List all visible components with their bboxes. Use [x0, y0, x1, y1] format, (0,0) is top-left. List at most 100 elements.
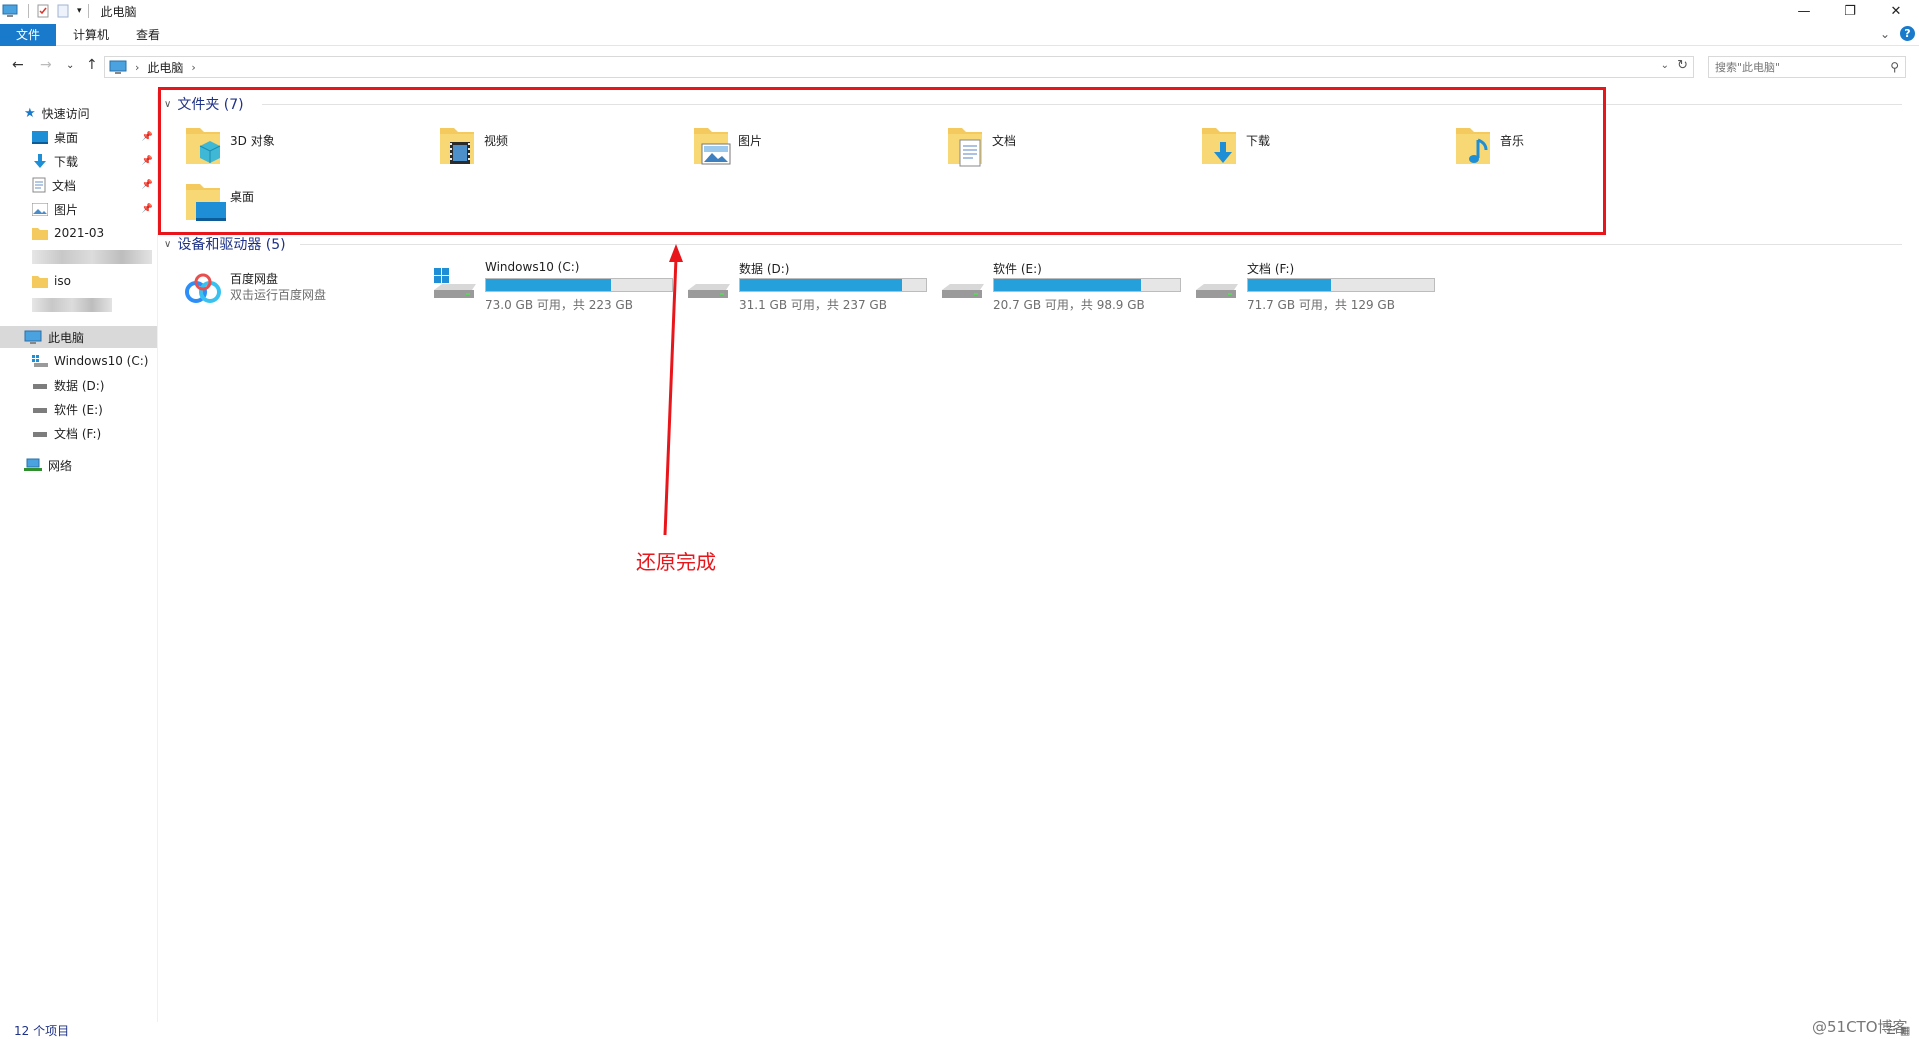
star-icon: ★	[24, 105, 36, 121]
baidu-netdisk-name: 百度网盘	[230, 272, 279, 286]
hard-drive-icon	[942, 284, 984, 298]
pin-icon[interactable]: 📌	[142, 156, 153, 166]
sidebar-item-label: 文档	[52, 178, 77, 193]
help-icon[interactable]: ?	[1900, 26, 1915, 41]
baidu-netdisk-item[interactable]: 百度网盘 双击运行百度网盘	[184, 268, 404, 318]
sidebar-item-documents[interactable]: 文档 📌	[0, 174, 157, 196]
forward-button[interactable]: →	[40, 57, 52, 73]
sidebar-item-downloads[interactable]: 下载 📌	[0, 150, 157, 172]
folder-icon	[32, 275, 48, 288]
chevron-right-icon[interactable]: ›	[135, 61, 139, 74]
back-button[interactable]: ←	[12, 57, 24, 73]
sidebar-item-drive-d[interactable]: 数据 (D:)	[0, 374, 157, 396]
drive-name: 文档 (F:)	[1247, 262, 1295, 276]
new-folder-icon[interactable]	[55, 4, 71, 18]
toolbar-divider	[87, 4, 89, 18]
drive-usage-fill	[486, 279, 612, 291]
drive-item[interactable]: 文档 (F:) 71.7 GB 可用，共 129 GB	[1194, 260, 1438, 312]
minimize-button[interactable]: —	[1781, 0, 1827, 22]
sidebar-item-drive-e[interactable]: 软件 (E:)	[0, 398, 157, 420]
drive-usage-fill	[740, 279, 902, 291]
details-view-icon[interactable]: ☰	[1886, 1024, 1896, 1037]
document-icon	[32, 177, 46, 193]
breadcrumb-this-pc[interactable]: 此电脑	[147, 59, 183, 76]
sidebar-item-blurred[interactable]	[0, 294, 157, 316]
pin-icon[interactable]: 📌	[142, 204, 153, 214]
sidebar-item-label: 此电脑	[48, 330, 85, 345]
sidebar-item-label: 网络	[48, 458, 73, 473]
recent-locations-button[interactable]: ⌄	[66, 60, 74, 71]
folder-icon	[32, 227, 48, 240]
sidebar-item-label: 图片	[54, 202, 79, 217]
hard-drive-icon	[33, 384, 47, 389]
sidebar-item-label: Windows10 (C:)	[54, 354, 149, 368]
drive-item[interactable]: 数据 (D:) 31.1 GB 可用，共 237 GB	[686, 260, 930, 312]
search-box[interactable]: ⚲	[1708, 56, 1906, 78]
sidebar-item-folder-iso[interactable]: iso	[0, 270, 157, 292]
status-item-count: 12 个项目	[14, 1024, 70, 1038]
drive-free-space: 73.0 GB 可用，共 223 GB	[485, 298, 633, 312]
picture-icon	[32, 202, 48, 216]
redacted-item	[32, 250, 152, 264]
refresh-icon[interactable]: ↻	[1677, 58, 1688, 73]
chevron-right-icon[interactable]: ›	[191, 61, 195, 74]
sidebar-item-folder-2021-03[interactable]: 2021-03	[0, 222, 157, 244]
sidebar-item-this-pc[interactable]: 此电脑	[0, 326, 157, 348]
chevron-down-icon[interactable]: ∨	[164, 239, 171, 250]
sidebar-item-label: 下载	[54, 154, 79, 169]
sidebar-item-network[interactable]: 网络	[0, 454, 157, 476]
sidebar-item-label: iso	[54, 274, 71, 288]
close-button[interactable]: ✕	[1873, 0, 1919, 22]
hard-drive-icon	[1196, 284, 1238, 298]
sidebar-item-blurred[interactable]	[0, 246, 157, 268]
desktop-icon	[32, 130, 48, 144]
drive-usage-bar	[739, 278, 927, 292]
this-pc-icon	[24, 330, 42, 344]
view-switcher: ☰ ▦	[1886, 1024, 1910, 1037]
sidebar-item-desktop[interactable]: 桌面 📌	[0, 126, 157, 148]
drive-free-space: 31.1 GB 可用，共 237 GB	[739, 298, 887, 312]
sidebar-item-label: 软件 (E:)	[54, 402, 103, 417]
expand-ribbon-icon[interactable]: ⌄	[1880, 27, 1890, 41]
restore-button[interactable]: ❐	[1827, 0, 1873, 22]
group-divider	[300, 244, 1902, 245]
sidebar-item-label: 桌面	[54, 130, 79, 145]
tab-view[interactable]: 查看	[128, 24, 168, 46]
tab-file[interactable]: 文件	[0, 24, 56, 46]
tab-computer[interactable]: 计算机	[66, 24, 116, 46]
drive-usage-bar	[993, 278, 1181, 292]
sidebar-item-label: 2021-03	[54, 226, 105, 240]
sidebar-item-drive-c[interactable]: Windows10 (C:)	[0, 350, 157, 372]
drive-free-space: 71.7 GB 可用，共 129 GB	[1247, 298, 1395, 312]
sidebar-item-label: 数据 (D:)	[54, 378, 105, 393]
pin-icon[interactable]: 📌	[142, 132, 153, 142]
sidebar-item-quick-access[interactable]: ★ 快速访问	[0, 102, 157, 124]
ribbon-right-controls: ⌄ ?	[1880, 26, 1915, 41]
address-bar[interactable]: › 此电脑 › ⌄ ↻	[104, 56, 1694, 78]
drive-usage-fill	[1248, 279, 1331, 291]
drive-free-space: 20.7 GB 可用，共 98.9 GB	[993, 298, 1145, 312]
ribbon: 文件 计算机 查看 ⌄ ?	[0, 24, 1919, 46]
hard-drive-icon	[33, 408, 47, 413]
large-icons-view-icon[interactable]: ▦	[1900, 1024, 1910, 1037]
pin-icon[interactable]: 📌	[142, 180, 153, 190]
sidebar-item-pictures[interactable]: 图片 📌	[0, 198, 157, 220]
quick-access-toolbar: ▾	[0, 0, 95, 22]
address-dropdown-icon[interactable]: ⌄	[1661, 60, 1669, 71]
window-title: 此电脑	[100, 4, 137, 19]
download-icon	[34, 154, 46, 168]
drive-item[interactable]: Windows10 (C:) 73.0 GB 可用，共 223 GB	[432, 260, 676, 312]
drive-usage-bar	[1247, 278, 1435, 292]
group-title: 设备和驱动器 (5)	[177, 237, 286, 253]
this-pc-icon	[109, 60, 127, 74]
this-pc-icon	[2, 4, 18, 17]
search-icon[interactable]: ⚲	[1890, 60, 1899, 74]
properties-icon[interactable]	[35, 4, 51, 18]
search-input[interactable]	[1715, 60, 1875, 74]
up-button[interactable]: ↑	[86, 57, 98, 73]
customize-toolbar-icon[interactable]: ▾	[77, 6, 82, 16]
sidebar-item-drive-f[interactable]: 文档 (F:)	[0, 422, 157, 444]
redacted-item	[32, 298, 112, 312]
group-header-devices[interactable]: ∨ 设备和驱动器 (5)	[164, 234, 286, 254]
drive-item[interactable]: 软件 (E:) 20.7 GB 可用，共 98.9 GB	[940, 260, 1184, 312]
